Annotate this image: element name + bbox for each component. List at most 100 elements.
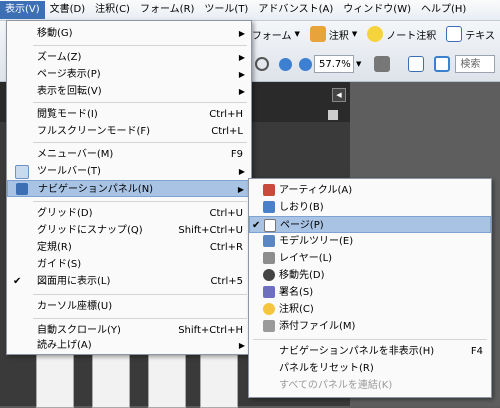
submenu-item-pages[interactable]: ✔ ページ(P) (249, 216, 491, 233)
page-thumbnail[interactable] (92, 352, 130, 408)
camera-button[interactable] (369, 53, 395, 75)
note-button[interactable]: ノート注釈 (362, 23, 441, 45)
menu-item-rotate-view[interactable]: 表示を回転(V) ▶ (7, 83, 251, 100)
menu-item-display-for-drawings[interactable]: ✔ 図面用に表示(L) Ctrl+5 (7, 273, 251, 290)
menu-advanced[interactable]: アドバンスト(A) (253, 1, 338, 19)
menu-item-label: ナビゲーションパネル(N) (38, 184, 154, 195)
page-thumbnail[interactable] (36, 352, 74, 408)
menu-tools[interactable]: ツール(T) (199, 1, 253, 19)
zoom-tool-button[interactable] (250, 53, 274, 75)
chevron-down-icon: ▼ (294, 30, 300, 38)
menu-item-toolbars[interactable]: ツールバー(T) ▶ (7, 163, 251, 180)
submenu-item-signatures[interactable]: 署名(S) (249, 284, 491, 301)
menu-separator (33, 142, 247, 143)
menu-item-shortcut: F4 (470, 346, 483, 357)
stamp-icon (309, 26, 326, 42)
annotation-button[interactable]: 注釈 ▼ (305, 23, 362, 45)
menu-item-navigation-panels[interactable]: ナビゲーションパネル(N) ▶ (7, 180, 251, 197)
menu-item-label: モデルツリー(E) (279, 236, 354, 247)
text-button[interactable]: テキス (441, 23, 500, 45)
menu-item-label: すべてのパネルを連結(K) (279, 380, 393, 391)
menu-item-shortcut: Shift+Ctrl+U (178, 225, 243, 236)
checkmark-icon: ✔ (13, 276, 22, 287)
menu-item-grid[interactable]: グリッド(D) Ctrl+U (7, 205, 251, 222)
submenu-item-destinations[interactable]: 移動先(D) (249, 267, 491, 284)
menu-item-shortcut: Ctrl+R (209, 242, 243, 253)
menu-item-cursor-coordinates[interactable]: カーソル座標(U) (7, 298, 251, 315)
menu-item-zoom[interactable]: ズーム(Z) ▶ (7, 49, 251, 66)
menu-item-label: アーティクル(A) (279, 185, 353, 196)
menu-item-label: しおり(B) (279, 202, 324, 213)
menu-item-label: ナビゲーションパネルを非表示(H) (279, 346, 435, 357)
page-thumbnail[interactable] (148, 352, 186, 408)
menu-item-shortcut: Ctrl+L (211, 126, 243, 137)
submenu-item-hide-navigation-panels[interactable]: ナビゲーションパネルを非表示(H) F4 (249, 343, 491, 360)
submenu-arrow-icon: ▶ (238, 87, 245, 96)
menu-item-read-out-loud[interactable]: 読み上げ(A) ▶ (7, 337, 251, 354)
paperclip-icon (263, 320, 275, 332)
menu-comment[interactable]: 注釈(C) (90, 1, 135, 19)
form-label: フォーム (251, 30, 292, 42)
page-layout-icon (408, 56, 425, 72)
menu-bar: 表示(V) 文書(D) 注釈(C) フォーム(R) ツール(T) アドバンスト(… (0, 0, 500, 21)
page-thumbnail[interactable] (200, 352, 238, 408)
search-input[interactable]: 検索 (455, 55, 496, 73)
submenu-item-bookmarks[interactable]: しおり(B) (249, 199, 491, 216)
submenu-item-reset-panels[interactable]: パネルをリセット(R) (249, 360, 491, 377)
submenu-item-dock-all-panels[interactable]: すべてのパネルを連結(K) (249, 377, 491, 394)
zoom-in-button[interactable] (297, 53, 314, 75)
menu-item-label: ガイド(S) (37, 259, 82, 270)
layers-icon (263, 252, 275, 264)
note-label: ノート注釈 (386, 30, 437, 42)
menu-item-label: ページ表示(P) (37, 69, 101, 80)
menu-item-label: グリッド(D) (37, 208, 93, 219)
menu-window[interactable]: ウィンドウ(W) (338, 1, 416, 19)
menu-separator (253, 339, 487, 340)
submenu-item-comments[interactable]: 注釈(C) (249, 301, 491, 318)
page-layout-button[interactable] (403, 53, 429, 75)
comment-icon (263, 303, 275, 315)
menu-item-shortcut: F9 (230, 149, 243, 160)
menu-view[interactable]: 表示(V) (0, 1, 45, 19)
menu-item-fullscreen[interactable]: フルスクリーンモード(F) Ctrl+L (7, 123, 251, 140)
model-tree-icon (263, 235, 275, 247)
menu-help[interactable]: ヘルプ(H) (416, 1, 471, 19)
menu-item-shortcut: Ctrl+H (209, 109, 243, 120)
menu-item-label: グリッドにスナップ(Q) (37, 225, 143, 236)
view-menu-dropdown: 移動(G) ▶ ズーム(Z) ▶ ページ表示(P) ▶ 表示を回転(V) ▶ 閲… (6, 20, 252, 355)
menu-item-label: ツールバー(T) (37, 166, 101, 177)
zoom-input[interactable]: 57.7% (314, 55, 354, 73)
menu-form[interactable]: フォーム(R) (135, 1, 199, 19)
menu-item-label: 読み上げ(A) (37, 340, 92, 351)
chevron-down-icon: ▼ (351, 30, 358, 38)
submenu-arrow-icon: ▶ (238, 29, 245, 38)
menu-item-label: 図面用に表示(L) (37, 276, 111, 287)
menu-item-label: ページ(P) (280, 220, 324, 231)
menu-document[interactable]: 文書(D) (45, 1, 91, 19)
menu-item-snap-to-grid[interactable]: グリッドにスナップ(Q) Shift+Ctrl+U (7, 222, 251, 239)
menu-item-page-display[interactable]: ページ表示(P) ▶ (7, 66, 251, 83)
submenu-item-layers[interactable]: レイヤー(L) (249, 250, 491, 267)
submenu-item-articles[interactable]: アーティクル(A) (249, 182, 491, 199)
menu-item-goto[interactable]: 移動(G) ▶ (7, 25, 251, 42)
zoom-out-button[interactable] (274, 53, 297, 75)
menu-item-guides[interactable]: ガイド(S) (7, 256, 251, 273)
menu-item-label: 移動(G) (37, 28, 73, 39)
submenu-arrow-icon: ▶ (238, 70, 245, 79)
fit-page-button[interactable] (429, 53, 455, 75)
chevron-down-icon[interactable]: ▼ (356, 60, 361, 68)
signature-icon (263, 286, 275, 298)
submenu-item-attachments[interactable]: 添付ファイル(M) (249, 318, 491, 335)
text-label: テキス (465, 30, 495, 42)
zoom-out-icon (279, 57, 292, 71)
menu-item-menubar[interactable]: メニューバー(M) F9 (7, 146, 251, 163)
menu-item-rulers[interactable]: 定規(R) Ctrl+R (7, 239, 251, 256)
submenu-arrow-icon: ▶ (237, 185, 244, 194)
form-button[interactable]: フォーム ▼ (247, 23, 305, 45)
trash-icon[interactable] (328, 110, 338, 120)
submenu-item-model-tree[interactable]: モデルツリー(E) (249, 233, 491, 250)
menu-item-label: 閲覧モード(I) (37, 109, 98, 120)
destination-icon (263, 269, 275, 281)
panel-collapse-icon[interactable]: ◀ (332, 88, 346, 102)
menu-item-reading-mode[interactable]: 閲覧モード(I) Ctrl+H (7, 106, 251, 123)
